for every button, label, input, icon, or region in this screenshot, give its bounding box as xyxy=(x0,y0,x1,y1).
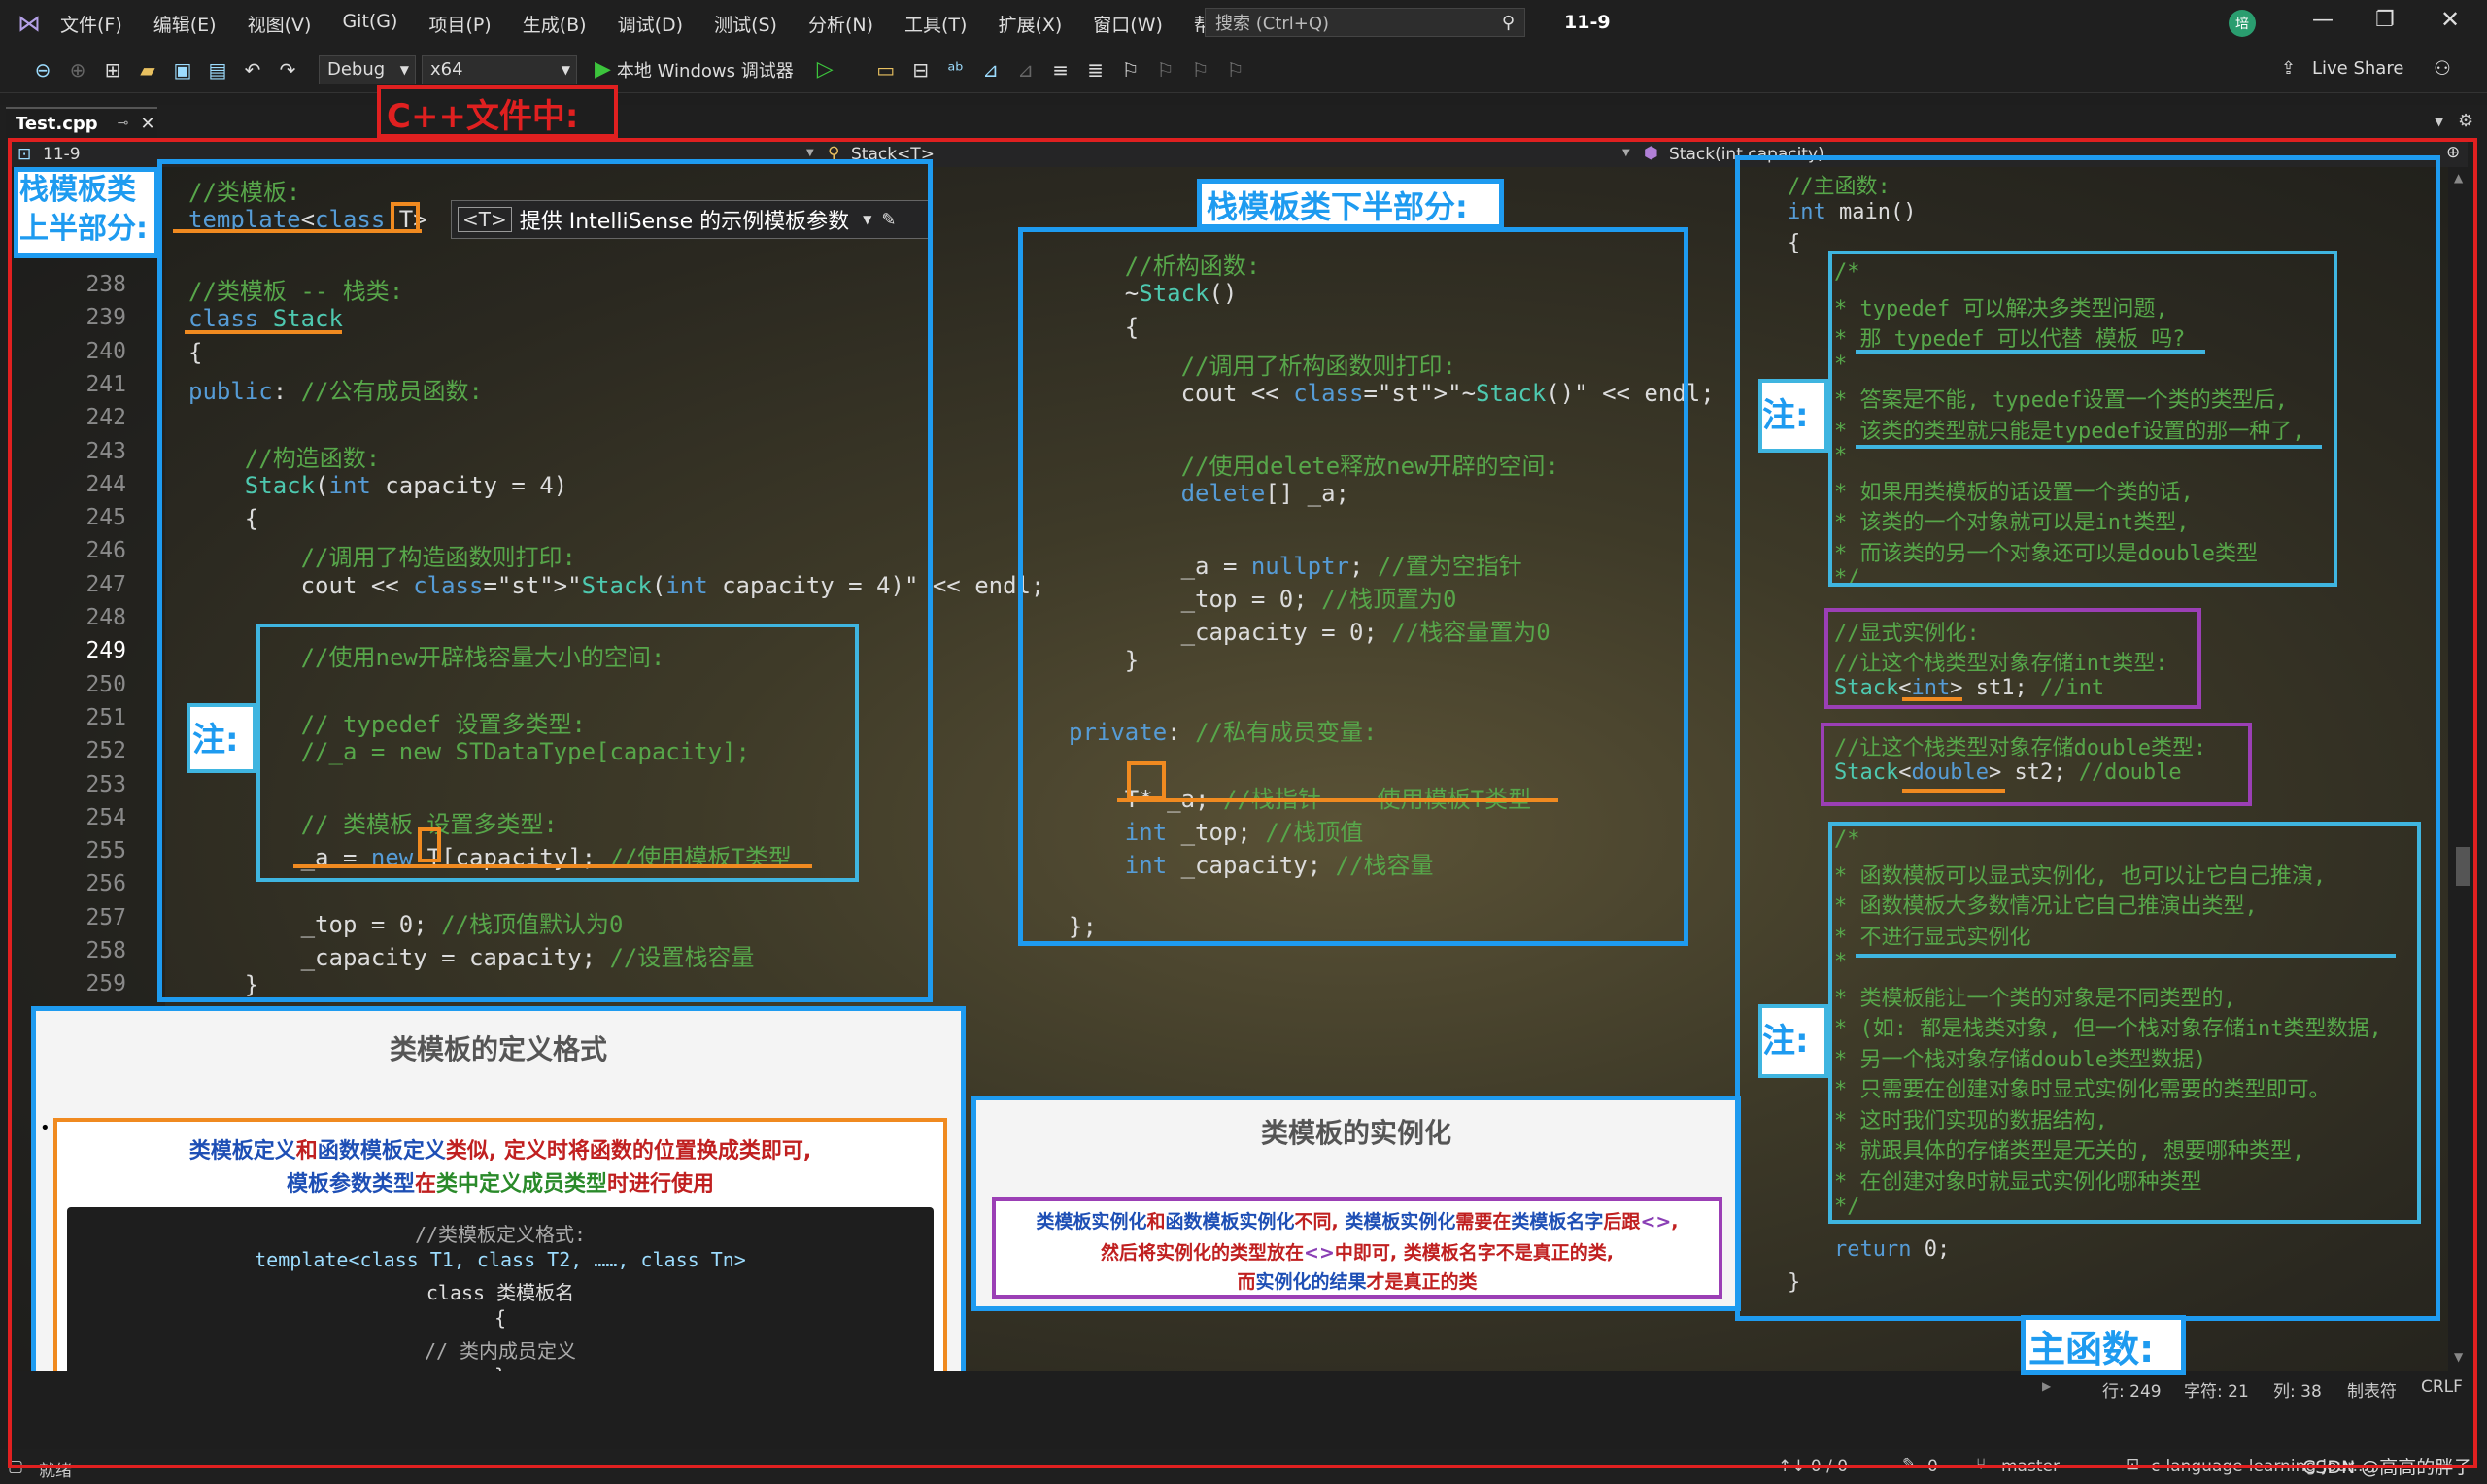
run-icon[interactable]: ▶ xyxy=(595,57,611,82)
avatar[interactable]: 培 xyxy=(2229,10,2256,37)
undo-icon[interactable]: ↶ xyxy=(239,56,266,84)
menu-item[interactable]: 项目(P) xyxy=(428,11,491,37)
note1-label: 注: xyxy=(192,721,239,759)
save-all-icon[interactable]: ▤ xyxy=(204,56,231,84)
close-tab-icon[interactable]: ✕ xyxy=(140,114,154,134)
menu-item[interactable]: 窗口(W) xyxy=(1093,11,1163,37)
template-divider-underline xyxy=(1856,954,2396,958)
feedback-icon[interactable]: ⚇ xyxy=(2434,56,2451,80)
pin-icon[interactable]: ⊸ xyxy=(118,116,129,131)
folder-icon[interactable]: ▭ xyxy=(872,56,900,84)
new-T-underline xyxy=(293,864,812,868)
platform-value: x64 xyxy=(430,59,463,80)
solution-name: 11-9 xyxy=(1564,12,1611,33)
stack-double-underline xyxy=(1902,789,2005,793)
uncomment-icon[interactable]: ⊿ xyxy=(1012,56,1039,84)
tab-label: Test.cpp xyxy=(16,113,98,134)
new-project-icon[interactable]: ⊞ xyxy=(99,56,126,84)
T-pointer-underline xyxy=(1117,798,1558,802)
live-share-label[interactable]: Live Share xyxy=(2312,58,2403,79)
menu-item[interactable]: 测试(S) xyxy=(714,11,777,37)
bookmark-icon[interactable]: ⚐ xyxy=(1117,56,1144,84)
menu-item[interactable]: 文件(F) xyxy=(60,11,122,37)
vs-logo-icon: ⋈ xyxy=(17,10,41,37)
config-dropdown[interactable]: Debug ▼ xyxy=(319,54,416,84)
bottom-half-label: 栈模板类下半部分: xyxy=(1207,188,1468,225)
menu-item[interactable]: 调试(D) xyxy=(618,11,683,37)
chevron-down-icon: ▼ xyxy=(399,62,409,77)
template-underline xyxy=(173,229,422,233)
typedef-question-underline xyxy=(1856,350,2205,354)
note2-label: 注: xyxy=(1762,396,1809,435)
explicit-double-box xyxy=(1821,723,2252,806)
menu-item[interactable]: 视图(V) xyxy=(248,11,312,37)
explicit-int-box xyxy=(1824,608,2201,709)
redo-icon[interactable]: ↷ xyxy=(274,56,301,84)
config-value: Debug xyxy=(327,59,386,80)
typedef-answer-underline xyxy=(1856,445,2322,449)
indent-icon[interactable]: ≡ xyxy=(1047,56,1074,84)
open-icon[interactable]: ▰ xyxy=(134,56,161,84)
comment-icon[interactable]: ⊿ xyxy=(977,56,1005,84)
note3-label: 注: xyxy=(1762,1022,1809,1061)
new-T-highlight xyxy=(418,827,441,862)
bookmark-next-icon[interactable]: ⚐ xyxy=(1187,56,1214,84)
menu-item[interactable]: Git(G) xyxy=(342,11,397,37)
save-icon[interactable]: ▣ xyxy=(169,56,196,84)
T-pointer-highlight xyxy=(1127,761,1166,800)
search-placeholder: 搜索 (Ctrl+Q) xyxy=(1215,14,1330,34)
search-icon: ⚲ xyxy=(1501,12,1515,33)
live-share-icon[interactable]: ⇪ xyxy=(2281,58,2296,79)
typedef-comment-box xyxy=(1828,251,2337,587)
back-icon[interactable]: ⊖ xyxy=(29,56,56,84)
run-label[interactable]: 本地 Windows 调试器 xyxy=(617,57,794,83)
stack-int-underline xyxy=(1902,697,1962,701)
toolbar: ⊖ ⊕ ⊞ ▰ ▣ ▤ ↶ ↷ Debug ▼ x64 ▼ ▶ 本地 Windows… xyxy=(0,47,2487,93)
minimize-icon[interactable]: — xyxy=(2312,8,2334,32)
bookmark-clear-icon[interactable]: ⚐ xyxy=(1222,56,1249,84)
class-stack-underline xyxy=(185,330,342,334)
layout-icon[interactable]: ⊟ xyxy=(907,56,935,84)
run-nodebug-icon[interactable]: ▷ xyxy=(817,57,834,82)
file-title-label: C++文件中: xyxy=(387,97,579,136)
spell-icon[interactable]: ᵃᵇ xyxy=(942,56,970,84)
template-T-highlight xyxy=(391,202,420,233)
close-window-icon[interactable]: ✕ xyxy=(2440,6,2460,33)
menu-bar: ⋈ 文件(F) 编辑(E) 视图(V) Git(G) 项目(P) 生成(B) 调试(D) 测试… xyxy=(0,0,2487,47)
top-half-label: 栈模板类上半部分: xyxy=(19,173,148,246)
tab-test-cpp[interactable]: Test.cpp ⊸ ✕ xyxy=(6,107,157,138)
settings-icon[interactable]: ⚙ xyxy=(2458,111,2473,131)
search-box[interactable]: 搜索 (Ctrl+Q) ⚲ xyxy=(1205,8,1525,37)
chevron-down-icon: ▼ xyxy=(561,62,570,77)
menu-item[interactable]: 分析(N) xyxy=(808,11,873,37)
main-label: 主函数: xyxy=(2028,1328,2155,1370)
outdent-icon[interactable]: ≣ xyxy=(1082,56,1109,84)
tab-list-icon[interactable]: ▼ xyxy=(2435,115,2443,128)
menu-item[interactable]: 工具(T) xyxy=(904,11,967,37)
menu-item[interactable]: 生成(B) xyxy=(523,11,587,37)
menu-item[interactable]: 扩展(X) xyxy=(998,11,1062,37)
bottom-half-code-box xyxy=(1018,227,1688,946)
bookmark-prev-icon[interactable]: ⚐ xyxy=(1152,56,1179,84)
template-comment-box xyxy=(1828,822,2421,1224)
menu-item[interactable]: 编辑(E) xyxy=(153,11,217,37)
restore-icon[interactable]: ❐ xyxy=(2375,8,2395,32)
forward-icon[interactable]: ⊕ xyxy=(64,56,91,84)
tab-strip: Test.cpp ⊸ ✕ ▼ ⚙ xyxy=(0,105,2487,140)
typedef-note-box xyxy=(256,624,859,882)
platform-dropdown[interactable]: x64 ▼ xyxy=(422,54,577,84)
